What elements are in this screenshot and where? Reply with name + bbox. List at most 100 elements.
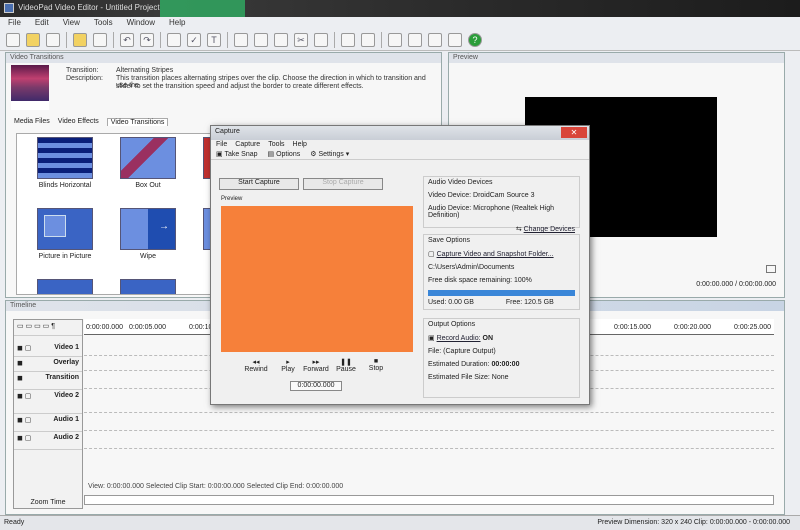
tile-label: Picture in Picture (38, 253, 92, 260)
tab-video-transitions[interactable]: Video Transitions (106, 118, 169, 126)
pause-button[interactable]: ❚❚ Pause (331, 358, 361, 373)
forward-button[interactable]: ▸▸ Forward (301, 358, 331, 373)
panel-title: Preview (449, 53, 784, 63)
settings-button[interactable]: ⚙ Settings ▾ (310, 150, 349, 158)
toolbar: ↶ ↷ ✓ T ✂ ? (0, 29, 800, 51)
transition-tile[interactable] (120, 137, 176, 179)
burn-icon[interactable] (408, 32, 422, 47)
track-row[interactable] (84, 412, 774, 413)
pause-label: Pause (336, 366, 356, 373)
new-icon[interactable] (6, 32, 20, 47)
track-row[interactable] (84, 430, 774, 431)
cut-icon[interactable]: ✂ (294, 32, 308, 47)
text-icon[interactable]: T (207, 32, 221, 47)
track-row[interactable] (84, 448, 774, 449)
selection-time-bar[interactable]: View: 0:00:00.000 Selected Clip Start: 0… (84, 483, 774, 494)
options-icon[interactable] (448, 32, 462, 47)
stop-button[interactable]: ■ Stop (361, 358, 391, 372)
tab-video-effects[interactable]: Video Effects (58, 118, 99, 126)
effects-icon[interactable] (167, 32, 181, 47)
ruler-tick: 0:00:05.000 (129, 324, 166, 331)
menu-tools[interactable]: Tools (94, 18, 113, 28)
track-header[interactable]: ◼ ▢ Video 1 (14, 342, 82, 357)
transition-tile[interactable]: → (120, 208, 176, 250)
link-icon[interactable] (314, 32, 328, 47)
redo-icon[interactable]: ↷ (140, 32, 154, 47)
ruler-tick: 0:00:15.000 (614, 324, 651, 331)
tile-label: Box Out (135, 182, 161, 189)
file-size: Estimated File Size: None (428, 374, 509, 381)
track-header[interactable]: ◼ Overlay (14, 357, 82, 372)
track-header[interactable]: ◼ ▢ Video 2 (14, 390, 82, 414)
menu-window[interactable]: Window (127, 18, 155, 28)
track-name: Video 2 (54, 392, 79, 399)
zoom-time-label[interactable]: Zoom Time (14, 499, 82, 506)
track-headers: ▭ ▭ ▭ ▭ ¶ ◼ ▢ Video 1 ◼ Overlay ◼ Transitio… (13, 319, 83, 509)
save-icon[interactable] (46, 32, 60, 47)
capture-menu-tools[interactable]: Tools (268, 141, 284, 148)
preview-label: Preview (221, 196, 243, 202)
track-header[interactable]: ◼ ▢ Audio 1 (14, 414, 82, 432)
transition-tile[interactable] (37, 137, 93, 179)
menu-file[interactable]: File (8, 18, 21, 28)
tab-media-files[interactable]: Media Files (14, 118, 50, 126)
trim-icon[interactable] (254, 32, 268, 47)
capture-menu-help[interactable]: Help (293, 141, 307, 148)
status-info: Preview Dimension: 320 x 240 Clip: 0:00:… (597, 519, 790, 526)
video-device: Video Device: DroidCam Source 3 (428, 192, 535, 199)
rewind-button[interactable]: ◂◂ Rewind (241, 358, 271, 373)
capture-menu-capture[interactable]: Capture (235, 141, 260, 148)
track-header[interactable]: ◼ ▢ Audio 2 (14, 432, 82, 450)
capture-icon[interactable] (93, 32, 107, 47)
close-icon[interactable]: ✕ (561, 127, 587, 138)
fullscreen-icon[interactable] (766, 265, 776, 273)
rewind-label: Rewind (244, 366, 268, 373)
menu-view[interactable]: View (63, 18, 80, 28)
audio-device: Audio Device: Microphone (Realtek High D… (428, 205, 555, 219)
help-icon[interactable]: ? (468, 32, 482, 47)
track-header[interactable]: ◼ Transition (14, 372, 82, 390)
forward-label: Forward (303, 366, 329, 373)
name-label: Transition: (66, 67, 99, 74)
capture-folder-link[interactable]: Capture Video and Snapshot Folder... (437, 251, 554, 258)
horizontal-scrollbar[interactable] (84, 495, 774, 505)
start-capture-button[interactable]: Start Capture (219, 178, 299, 190)
ruler-tick: 0:00:25.000 (734, 324, 771, 331)
transition-tile[interactable] (37, 279, 93, 294)
group-title: Output Options (428, 321, 476, 328)
menu-help[interactable]: Help (169, 18, 185, 28)
undo-icon[interactable]: ↶ (120, 32, 134, 47)
record-audio-value: ON (482, 335, 494, 342)
mix-icon[interactable] (361, 32, 375, 47)
split-icon[interactable] (234, 32, 248, 47)
capture-menu-file[interactable]: File (216, 141, 227, 148)
export-icon[interactable] (388, 32, 402, 47)
transition-tile[interactable] (120, 279, 176, 294)
output-file: File: (Capture Output) (428, 348, 496, 355)
delete-icon[interactable] (274, 32, 288, 47)
play-label: Play (281, 366, 295, 373)
add-media-icon[interactable] (73, 32, 87, 47)
take-snap-button[interactable]: ▣ Take Snap (216, 150, 258, 158)
disk-space-bar (428, 290, 575, 296)
change-devices-link[interactable]: Change Devices (524, 226, 575, 233)
timeline-tools[interactable]: ▭ ▭ ▭ ▭ ¶ (14, 320, 82, 336)
transition-icon[interactable]: ✓ (187, 32, 201, 47)
desc-label: Description: (66, 75, 103, 82)
stop-capture-button[interactable]: Stop Capture (303, 178, 383, 190)
open-icon[interactable] (26, 32, 40, 47)
menu-edit[interactable]: Edit (35, 18, 49, 28)
devices-group: Audio Video Devices Video Device: DroidC… (423, 176, 580, 233)
transition-tile[interactable] (37, 208, 93, 250)
track-name: Audio 1 (53, 416, 79, 423)
ruler-tick: 0:00:20.000 (674, 324, 711, 331)
ruler-tick: 0:00:00.000 (86, 324, 123, 331)
options-button[interactable]: ▤ Options (268, 150, 301, 158)
track-name: Overlay (53, 359, 79, 366)
stop-label: Stop (368, 365, 384, 372)
upload-icon[interactable] (428, 32, 442, 47)
record-narration-icon[interactable] (341, 32, 355, 47)
capture-preview (221, 206, 413, 352)
play-button[interactable]: ▸ Play (273, 358, 303, 373)
record-audio-link[interactable]: Record Audio: (437, 335, 481, 342)
